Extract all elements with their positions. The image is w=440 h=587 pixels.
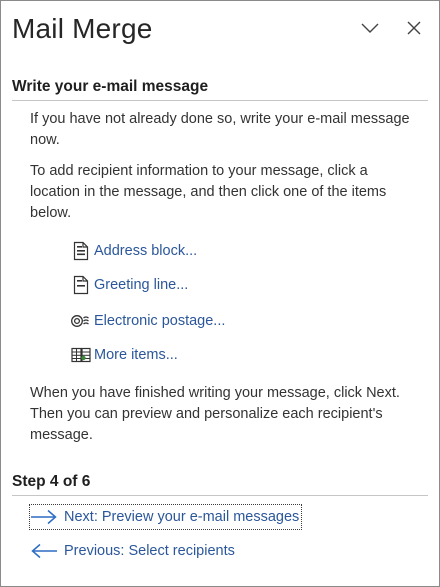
chevron-down-icon [361,23,379,33]
arrow-left-icon [30,543,58,559]
instructions-text: To add recipient information to your mes… [30,163,387,221]
electronic-postage-icon [71,311,91,331]
next-step-link[interactable]: Next: Preview your e-mail messages [28,504,303,530]
close-icon [407,21,421,35]
mail-merge-pane: Mail Merge Write your e-mail message If … [0,0,440,587]
previous-step-link[interactable]: Previous: Select recipients [30,539,235,563]
address-block-link[interactable]: Address block... [71,240,197,262]
electronic-postage-link[interactable]: Electronic postage... [71,310,225,332]
electronic-postage-label: Electronic postage... [94,313,226,329]
close-pane-button[interactable] [401,15,427,41]
address-block-label: Address block... [94,243,198,259]
footer-text: When you have finished writing your mess… [30,385,400,443]
minimize-pane-button[interactable] [357,15,383,41]
intro-text: If you have not already done so, write y… [30,111,410,148]
more-items-label: More items... [94,347,178,363]
next-step-label: Next: Preview your e-mail messages [64,509,300,525]
previous-step-label: Previous: Select recipients [64,543,235,559]
greeting-line-link[interactable]: Greeting line... [71,274,188,296]
arrow-right-icon [30,509,58,525]
more-items-link[interactable]: More items... [71,344,178,366]
step-divider [12,495,428,496]
greeting-line-label: Greeting line... [94,277,189,293]
more-items-icon [71,345,91,365]
section-heading: Write your e-mail message [12,78,209,95]
greeting-line-icon [71,275,91,295]
section-divider [12,100,428,101]
step-label: Step 4 of 6 [12,473,91,490]
pane-title: Mail Merge [12,13,153,44]
address-block-icon [71,241,91,261]
